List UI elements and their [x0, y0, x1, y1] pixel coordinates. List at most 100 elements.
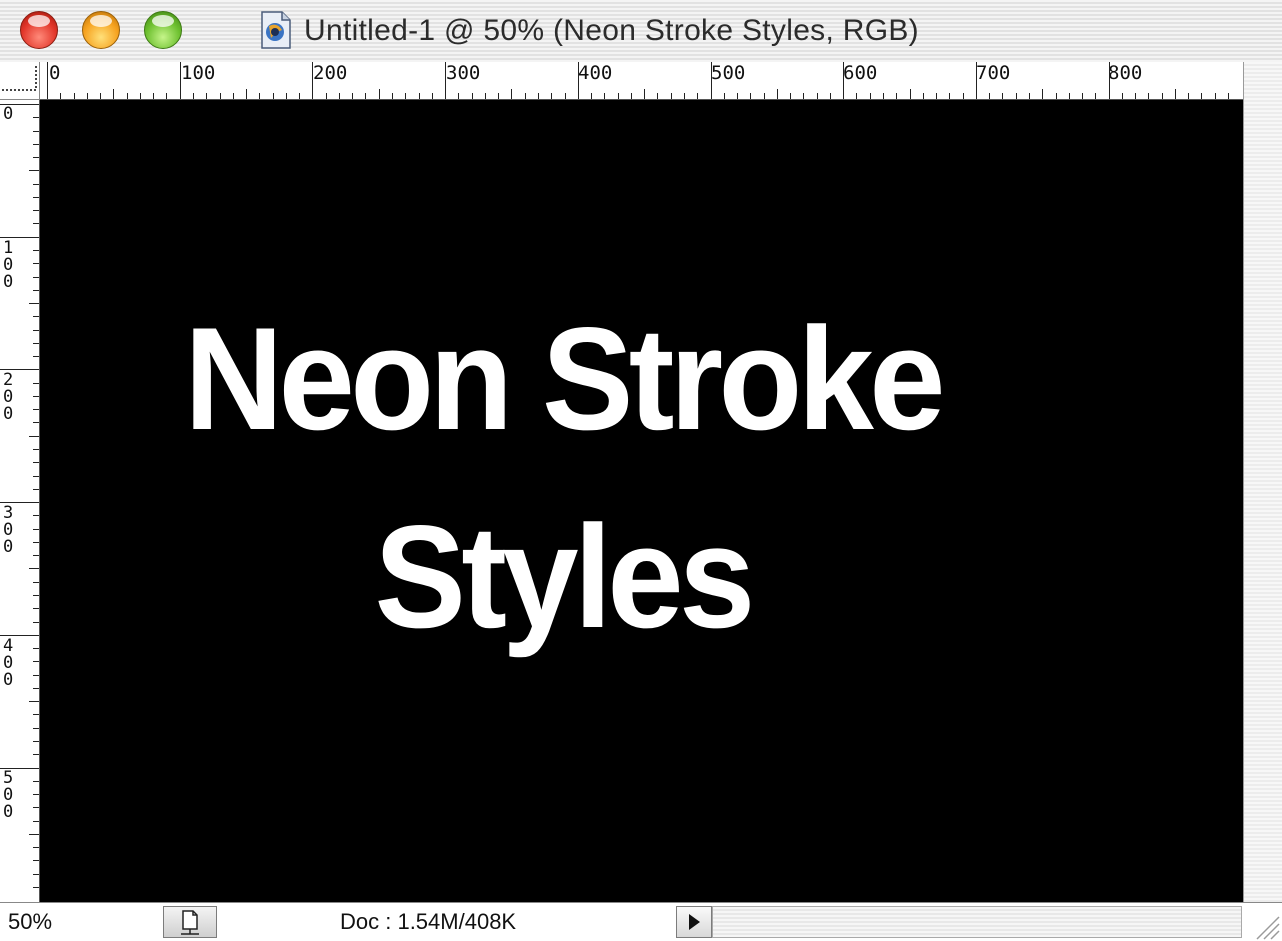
- ruler-tick: [392, 93, 394, 99]
- ruler-tick: [458, 93, 460, 99]
- ruler-tick: [338, 93, 340, 99]
- ruler-label-v-300: 300: [3, 503, 14, 557]
- ruler-tick: [47, 62, 48, 99]
- zoom-button[interactable]: [144, 11, 182, 49]
- ruler-tick: [0, 502, 39, 504]
- ruler-tick: [577, 62, 579, 99]
- ruler-label-600: 600: [843, 62, 878, 84]
- ruler-tick: [33, 130, 39, 132]
- ruler-tick: [378, 89, 380, 99]
- ruler-tick: [33, 488, 39, 490]
- ruler-tick: [100, 93, 102, 99]
- vertical-ruler[interactable]: 0 100 200 300 400 500: [0, 100, 40, 902]
- ruler-tick: [33, 382, 39, 384]
- ruler-tick: [816, 93, 818, 99]
- ruler-tick: [33, 342, 39, 344]
- resize-grip[interactable]: [1243, 903, 1282, 941]
- ruler-tick: [630, 93, 632, 99]
- ruler-tick: [1148, 93, 1150, 99]
- ruler-tick: [246, 89, 248, 99]
- ruler-tick: [33, 727, 39, 729]
- ruler-tick: [683, 93, 685, 99]
- ruler-tick: [113, 89, 115, 99]
- ruler-tick: [33, 541, 39, 543]
- ruler-tick: [524, 93, 526, 99]
- ruler-tick: [1095, 93, 1097, 99]
- status-menu-arrow-button[interactable]: [676, 906, 712, 938]
- ruler-tick: [1188, 93, 1190, 99]
- ruler-tick: [445, 62, 447, 99]
- minimize-button[interactable]: [82, 11, 120, 49]
- ruler-tick: [551, 93, 553, 99]
- ruler-tick: [166, 93, 168, 99]
- ruler-label-0: 0: [49, 62, 61, 84]
- ruler-tick: [33, 316, 39, 318]
- title-bar[interactable]: Untitled-1 @ 50% (Neon Stroke Styles, RG…: [0, 0, 1282, 63]
- ruler-label-100: 100: [181, 62, 216, 84]
- ruler-tick: [0, 236, 39, 238]
- ruler-tick: [33, 608, 39, 610]
- ruler-label-400: 400: [578, 62, 613, 84]
- ruler-tick: [591, 93, 593, 99]
- zoom-level-field[interactable]: 50%: [8, 909, 52, 935]
- ruler-tick: [1121, 93, 1123, 99]
- ruler-tick: [803, 93, 805, 99]
- ruler-label-200: 200: [313, 62, 348, 84]
- ruler-tick: [192, 93, 194, 99]
- ruler-tick: [33, 674, 39, 676]
- ruler-tick: [723, 93, 725, 99]
- ruler-tick: [33, 820, 39, 822]
- ruler-tick: [33, 847, 39, 849]
- ruler-tick: [33, 780, 39, 782]
- vertical-scroll-track[interactable]: [1243, 62, 1282, 902]
- ruler-tick: [312, 62, 314, 99]
- ruler-tick: [33, 210, 39, 212]
- ruler-tick: [352, 93, 354, 99]
- ruler-tick: [29, 435, 39, 437]
- status-bar: 50% Doc : 1.54M/408K: [0, 902, 1282, 941]
- ruler-tick: [1042, 89, 1044, 99]
- image-canvas[interactable]: Neon Stroke Styles: [40, 100, 1243, 902]
- ruler-label-300: 300: [446, 62, 481, 84]
- horizontal-ruler[interactable]: 0 100 200 300 400 500 600 700 800: [40, 62, 1243, 100]
- ruler-tick: [33, 661, 39, 663]
- ruler-tick: [33, 183, 39, 185]
- ruler-tick: [33, 873, 39, 875]
- ruler-tick: [33, 475, 39, 477]
- ruler-tick: [33, 886, 39, 888]
- ruler-origin-icon: [2, 66, 37, 91]
- horizontal-scroll-track[interactable]: [712, 906, 1242, 938]
- ruler-tick: [33, 356, 39, 358]
- ruler-label-800: 800: [1108, 62, 1143, 84]
- ruler-tick: [989, 93, 991, 99]
- ruler-tick: [33, 263, 39, 265]
- ruler-tick: [33, 807, 39, 809]
- ruler-origin-corner[interactable]: [0, 62, 40, 100]
- canvas-text-layer[interactable]: Neon Stroke Styles: [71, 280, 1053, 676]
- ruler-tick: [0, 369, 39, 371]
- ruler-tick: [33, 117, 39, 119]
- ruler-tick: [33, 422, 39, 424]
- ruler-tick: [33, 395, 39, 397]
- window-title: Untitled-1 @ 50% (Neon Stroke Styles, RG…: [304, 14, 919, 47]
- ruler-tick: [776, 89, 778, 99]
- ruler-tick: [498, 93, 500, 99]
- ruler-tick: [60, 93, 62, 99]
- ruler-tick: [1174, 89, 1176, 99]
- ruler-tick: [829, 93, 831, 99]
- ruler-tick: [657, 93, 659, 99]
- ruler-tick: [1108, 62, 1110, 99]
- ruler-tick: [29, 303, 39, 305]
- ruler-tick: [153, 93, 155, 99]
- ruler-tick: [33, 754, 39, 756]
- ruler-tick: [790, 93, 792, 99]
- ruler-tick: [33, 409, 39, 411]
- close-button[interactable]: [20, 11, 58, 49]
- ruler-tick: [484, 93, 486, 99]
- photoshop-document-icon[interactable]: [258, 10, 294, 50]
- ruler-tick: [126, 93, 128, 99]
- ruler-tick: [29, 170, 39, 172]
- status-popup-button[interactable]: [163, 906, 217, 938]
- ruler-tick: [537, 93, 539, 99]
- ruler-tick: [325, 93, 327, 99]
